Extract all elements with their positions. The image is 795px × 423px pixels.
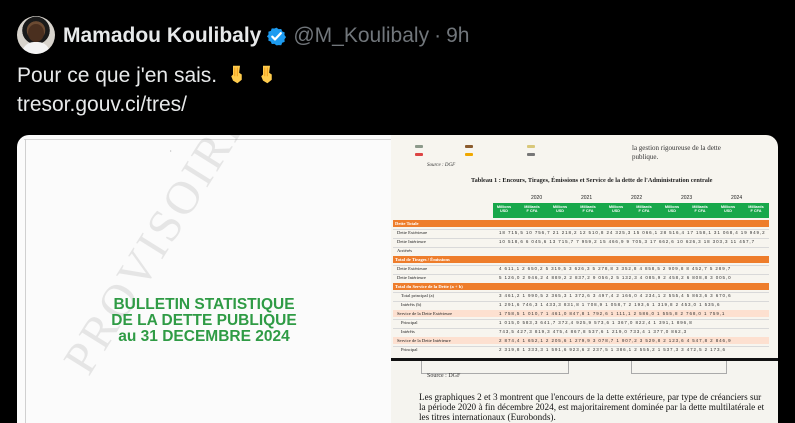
header-cell: Millions USD bbox=[552, 205, 568, 213]
provisional-watermark: PROVISOIRE bbox=[53, 135, 261, 384]
header-cell: Milliards F CFA bbox=[580, 205, 596, 213]
post-text-line-1: Pour ce que j'en sais. bbox=[17, 61, 277, 90]
table-values-row: 10 518,6 6 045,6 13 715,7 7 959,2 15 466… bbox=[499, 239, 755, 244]
author-name[interactable]: Mamadou Koulibaly bbox=[63, 24, 261, 48]
legend-swatch bbox=[465, 153, 473, 156]
analysis-paragraph: Les graphiques 2 et 3 montrent que l'enc… bbox=[419, 392, 765, 422]
attached-media-grid[interactable]: • PROVISOIRE BULLETIN STATISTIQUE DE LA … bbox=[17, 135, 778, 423]
post-sentence: Pour ce que j'en sais. bbox=[17, 64, 218, 87]
table-row-label: Dette Intérieure bbox=[397, 239, 426, 244]
table-values-row: 2 874,4 1 652,1 2 205,6 1 279,9 3 078,7 … bbox=[499, 338, 732, 343]
post-card[interactable]: Mamadou Koulibaly @M_Koulibaly · 9h Pour… bbox=[0, 0, 795, 423]
bulletin-title-line-2: DE LA DETTE PUBLIQUE bbox=[111, 312, 297, 329]
table-row-label: Dette Intérieure bbox=[397, 275, 426, 280]
legend-swatch bbox=[527, 153, 535, 156]
header-cell: Millions USD bbox=[720, 205, 736, 213]
table-values-row: 4 611,1 2 650,2 5 319,5 3 626,3 5 278,8 … bbox=[499, 266, 732, 271]
bulletin-cover-image[interactable]: • PROVISOIRE BULLETIN STATISTIQUE DE LA … bbox=[17, 135, 391, 423]
analysis-paragraph-image[interactable]: Source : DGF Les graphiques 2 et 3 montr… bbox=[391, 361, 778, 423]
year-2021: 2021 bbox=[581, 195, 593, 201]
side-note-line-1: la gestion rigoureuse de la dette bbox=[632, 144, 721, 152]
header-cell: Milliards F CFA bbox=[524, 205, 540, 213]
legend-swatch bbox=[415, 153, 423, 156]
bulletin-title-line-3: au 31 DECEMBRE 2024 bbox=[118, 328, 290, 345]
table-row-label: Total du Service de la Dette (a + b) bbox=[395, 284, 463, 289]
author-avatar[interactable] bbox=[17, 16, 55, 54]
debt-table-image[interactable]: la gestion rigoureuse de la dette publiq… bbox=[391, 135, 778, 358]
chart-fragment-right bbox=[631, 361, 727, 374]
table-values-row: 2 319,8 1 333,3 1 591,6 923,6 2 237,5 1 … bbox=[499, 347, 726, 352]
author-handle[interactable]: @M_Koulibaly bbox=[293, 24, 429, 48]
table-source-top: Source : DGF bbox=[427, 163, 456, 168]
table-row-label: Principal bbox=[401, 320, 418, 325]
table-row-label: Principal bbox=[401, 347, 418, 352]
table-row-label: Total principal (a) bbox=[401, 293, 435, 298]
table-row-label: Service de la Dette Extérieure bbox=[397, 311, 453, 316]
avatar-face-decoration bbox=[28, 24, 44, 42]
bulletin-title-line-1: BULLETIN STATISTIQUE bbox=[113, 296, 295, 313]
page-left-rule bbox=[25, 139, 26, 423]
table-row-label: Dette Totale bbox=[395, 221, 419, 226]
header-cell: Milliards F CFA bbox=[748, 205, 764, 213]
year-2024: 2024 bbox=[731, 195, 743, 201]
table-values-row: 1 291,6 746,3 1 433,3 831,8 1 708,9 1 05… bbox=[499, 302, 721, 307]
year-2023: 2023 bbox=[681, 195, 693, 201]
table-values-row: 1 758,5 1 010,7 1 461,0 847,8 1 792,6 1 … bbox=[499, 311, 726, 316]
header-cell: Millions USD bbox=[664, 205, 680, 213]
table-row-label: Dette Extérieure bbox=[397, 266, 428, 271]
legend-swatch bbox=[465, 145, 473, 148]
post-text: Pour ce que j'en sais. tresor.gouv.ci/tr… bbox=[17, 61, 277, 119]
meta-separator: · bbox=[434, 24, 442, 47]
year-2020: 2020 bbox=[531, 195, 543, 201]
table-title: Tableau 1 : Encours, Tirages, Émissions … bbox=[471, 177, 713, 184]
bottom-source: Source : DGF bbox=[427, 373, 461, 379]
table-row-label: Arriérés bbox=[397, 248, 413, 253]
legend-swatch bbox=[527, 145, 535, 148]
table-row-label: Intérêts (b) bbox=[401, 302, 422, 307]
table-gridline bbox=[393, 247, 769, 248]
table-values-row: 5 126,0 2 946,2 4 889,2 2 837,2 9 056,2 … bbox=[499, 275, 732, 280]
table-row-highlight bbox=[393, 220, 769, 227]
header-cell: Millions USD bbox=[608, 205, 624, 213]
hand-pointing-down-icon bbox=[261, 65, 272, 84]
avatar-shirt-decoration bbox=[22, 42, 50, 54]
header-cell: Millions USD bbox=[496, 205, 512, 213]
header-cell: Milliards F CFA bbox=[636, 205, 652, 213]
verified-badge-icon[interactable] bbox=[266, 26, 287, 47]
post-link[interactable]: tresor.gouv.ci/tres/ bbox=[17, 90, 277, 119]
bulletin-title: BULLETIN STATISTIQUE DE LA DETTE PUBLIQU… bbox=[89, 297, 319, 345]
table-values-row: 18 715,5 10 756,7 21 218,2 12 510,8 24 3… bbox=[499, 230, 766, 235]
post-header: Mamadou Koulibaly @M_Koulibaly · 9h bbox=[63, 22, 469, 50]
table-values-row: 1 015,0 583,3 641,7 372,4 925,9 573,6 1 … bbox=[499, 320, 693, 325]
table-row-label: Intérêts bbox=[401, 329, 415, 334]
table-values-row: 3 461,2 1 990,5 2 365,3 1 372,6 3 497,4 … bbox=[499, 293, 732, 298]
cover-small-header: • bbox=[170, 148, 172, 153]
table-row-label: Dette Extérieure bbox=[397, 230, 428, 235]
side-note-line-2: publique. bbox=[632, 153, 659, 161]
hand-pointing-down-icon bbox=[231, 65, 242, 84]
post-time[interactable]: 9h bbox=[446, 24, 469, 48]
table-row-label: Service de la Dette Intérieure bbox=[397, 338, 451, 343]
header-cell: Milliards F CFA bbox=[692, 205, 708, 213]
year-2022: 2022 bbox=[631, 195, 643, 201]
legend-swatch bbox=[415, 145, 423, 148]
table-row-label: Total de Tirages / Émissions bbox=[395, 257, 450, 262]
table-values-row: 743,5 427,3 819,3 475,4 867,8 537,6 1 21… bbox=[499, 329, 688, 334]
